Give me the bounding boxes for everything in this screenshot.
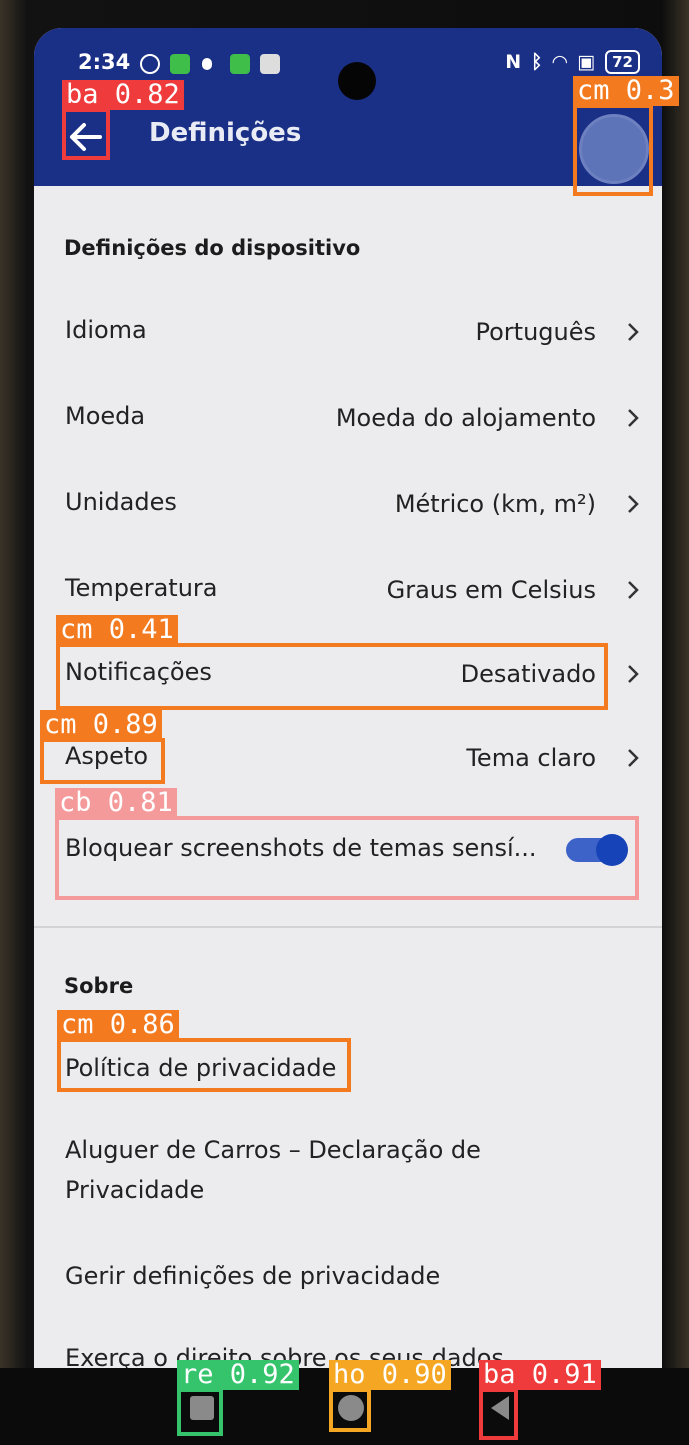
nfc-icon: N bbox=[505, 51, 522, 73]
minus-status-icon bbox=[260, 54, 280, 74]
row-unidades[interactable]: Unidades Métrico (km, m²) bbox=[34, 474, 662, 534]
section-divider bbox=[34, 926, 662, 928]
row-value: Português bbox=[475, 318, 596, 346]
sim-icon: ▣ bbox=[577, 51, 596, 73]
chevron-right-icon bbox=[628, 749, 639, 767]
detection-box bbox=[177, 1388, 223, 1436]
detection-label: re 0.92 bbox=[177, 1360, 299, 1390]
battery-icon: 72 bbox=[605, 50, 640, 74]
row-temperatura[interactable]: Temperatura Graus em Celsius bbox=[34, 560, 662, 620]
manage-privacy-link[interactable]: Gerir definições de privacidade bbox=[65, 1256, 440, 1296]
wifi-icon: ◠ bbox=[552, 51, 568, 73]
detection-box bbox=[573, 104, 653, 196]
detection-box bbox=[40, 738, 165, 784]
chevron-right-icon bbox=[628, 581, 639, 599]
row-label: Temperatura bbox=[65, 574, 218, 602]
status-time: 2:34 bbox=[78, 50, 131, 74]
detection-label: cm 0.41 bbox=[56, 615, 178, 645]
row-idioma[interactable]: Idioma Português bbox=[34, 302, 662, 362]
detection-label: cm 0.86 bbox=[57, 1010, 179, 1040]
android-status-icon bbox=[230, 54, 250, 74]
detection-box bbox=[479, 1388, 518, 1440]
settings-status-icon bbox=[140, 54, 160, 74]
detection-label: ho 0.90 bbox=[329, 1360, 451, 1390]
chevron-right-icon bbox=[628, 665, 639, 683]
detection-box bbox=[56, 643, 608, 710]
front-camera bbox=[338, 62, 376, 100]
detection-label: cb 0.81 bbox=[55, 788, 177, 818]
detection-box bbox=[55, 816, 639, 900]
car-rental-privacy-link[interactable]: Aluguer de Carros – Declaração de Privac… bbox=[65, 1130, 515, 1210]
bluetooth-icon: ᛒ bbox=[531, 51, 543, 73]
status-right-icons: N ᛒ ◠ ▣ 72 bbox=[505, 50, 640, 74]
chevron-right-icon bbox=[628, 495, 639, 513]
row-value: Graus em Celsius bbox=[386, 576, 596, 604]
row-value: Métrico (km, m²) bbox=[394, 490, 596, 518]
row-label: Unidades bbox=[65, 488, 177, 516]
about-title: Sobre bbox=[64, 974, 134, 998]
row-value: Tema claro bbox=[466, 744, 596, 772]
detection-box bbox=[57, 1038, 351, 1092]
detection-label: cm 0.3 bbox=[573, 76, 679, 106]
row-label: Moeda bbox=[65, 402, 146, 430]
app-status-icon bbox=[170, 54, 190, 74]
detection-label: cm 0.89 bbox=[40, 710, 162, 740]
chevron-right-icon bbox=[628, 323, 639, 341]
row-label: Idioma bbox=[65, 316, 147, 344]
row-value: Moeda do alojamento bbox=[335, 404, 596, 432]
detection-label: ba 0.91 bbox=[479, 1360, 601, 1390]
detection-box bbox=[329, 1388, 371, 1432]
page-title: Definições bbox=[149, 118, 302, 148]
row-moeda[interactable]: Moeda Moeda do alojamento bbox=[34, 388, 662, 448]
chevron-right-icon bbox=[628, 409, 639, 427]
detection-label: ba 0.82 bbox=[62, 80, 184, 110]
bug-status-icon bbox=[202, 58, 212, 70]
detection-box bbox=[62, 108, 110, 160]
status-bar: 2:34 N ᛒ ◠ ▣ 72 bbox=[34, 46, 662, 100]
device-settings-title: Definições do dispositivo bbox=[64, 236, 361, 260]
